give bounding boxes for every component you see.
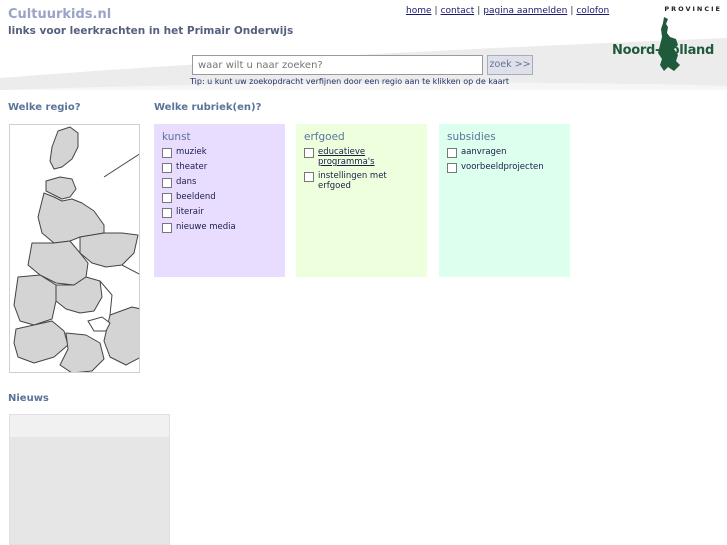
checkbox[interactable]: [162, 193, 172, 203]
search-input[interactable]: [192, 55, 483, 75]
nav-separator: |: [434, 6, 438, 16]
search-button[interactable]: zoek >>: [487, 55, 533, 75]
checkbox[interactable]: [162, 223, 172, 233]
top-navigation: home | contact | pagina aanmelden | colofon: [406, 6, 609, 16]
map-region-gooi: [103, 306, 139, 366]
category-subsidies: subsidies aanvragen voorbeeldprojecten: [439, 124, 570, 277]
checkbox-label: beeldend: [176, 192, 216, 202]
region-heading: Welke regio?: [8, 102, 81, 113]
checkbox-beeldend[interactable]: beeldend: [162, 192, 277, 203]
nav-contact-link[interactable]: contact: [441, 6, 475, 16]
provincie-logo[interactable]: PROVINCIE Noord-Holland: [610, 3, 724, 71]
category-title: kunst: [162, 131, 191, 143]
rubriek-heading: Welke rubriek(en)?: [154, 102, 262, 113]
checkbox-label: instellingen met erfgoed: [318, 171, 387, 191]
logo-name-text: Noord-Holland: [612, 43, 715, 58]
category-title: erfgoed: [304, 131, 345, 143]
nav-aanmelden-link[interactable]: pagina aanmelden: [483, 6, 567, 16]
nav-separator: |: [477, 6, 481, 16]
checkbox-instellingen-met-erfgoed[interactable]: instellingen met erfgoed: [304, 171, 419, 191]
region-map-svg: [13, 126, 139, 372]
map-region-haarlemmermeer: [13, 320, 69, 364]
checkbox[interactable]: [162, 208, 172, 218]
checkbox-educatieve-programmas[interactable]: educatieve programma's: [304, 147, 419, 167]
checkbox-muziek[interactable]: muziek: [162, 147, 277, 158]
checkbox[interactable]: [447, 148, 457, 158]
site-title[interactable]: Cultuurkids.nl: [8, 7, 111, 22]
checkbox-label: nieuwe media: [176, 222, 236, 232]
search-tip: Tip: u kunt uw zoekopdracht verfijnen do…: [190, 77, 510, 86]
checkbox-theater[interactable]: theater: [162, 162, 277, 173]
map-region-west-friesland: [79, 232, 139, 268]
category-erfgoed: erfgoed educatieve programma's instellin…: [296, 124, 427, 277]
checkbox-literair[interactable]: literair: [162, 207, 277, 218]
category-kunst: kunst muziek theater dans beeldend liter…: [154, 124, 285, 277]
news-panel: [9, 414, 170, 545]
checkbox-label: dans: [176, 177, 197, 187]
checkbox[interactable]: [162, 178, 172, 188]
checkbox-label: voorbeeldprojecten: [461, 162, 544, 172]
map-region-amstelland: [59, 332, 105, 372]
nav-home-link[interactable]: home: [406, 6, 432, 16]
checkbox[interactable]: [304, 172, 314, 182]
checkbox-link-label[interactable]: educatieve programma's: [318, 147, 398, 167]
news-heading: Nieuws: [8, 393, 49, 404]
region-map: [9, 124, 140, 373]
checkbox-aanvragen[interactable]: aanvragen: [447, 147, 562, 158]
checkbox-label: theater: [176, 162, 208, 172]
checkbox-nieuwe-media[interactable]: nieuwe media: [162, 222, 277, 233]
checkbox-label: muziek: [176, 147, 207, 157]
checkbox-label: aanvragen: [461, 147, 507, 157]
category-title: subsidies: [447, 131, 496, 143]
checkbox[interactable]: [447, 163, 457, 173]
map-region-kennemerland: [13, 274, 57, 326]
checkbox-dans[interactable]: dans: [162, 177, 277, 188]
nav-colofon-link[interactable]: colofon: [576, 6, 609, 16]
checkbox-voorbeeldprojecten[interactable]: voorbeeldprojecten: [447, 162, 562, 173]
checkbox[interactable]: [162, 163, 172, 173]
logo-provincie-text: PROVINCIE: [664, 5, 722, 13]
checkbox[interactable]: [304, 148, 314, 158]
nav-separator: |: [570, 6, 574, 16]
site-subtitle: links voor leerkrachten in het Primair O…: [8, 25, 294, 37]
checkbox-label: literair: [176, 207, 204, 217]
checkbox[interactable]: [162, 148, 172, 158]
map-region-texel: [49, 126, 79, 170]
